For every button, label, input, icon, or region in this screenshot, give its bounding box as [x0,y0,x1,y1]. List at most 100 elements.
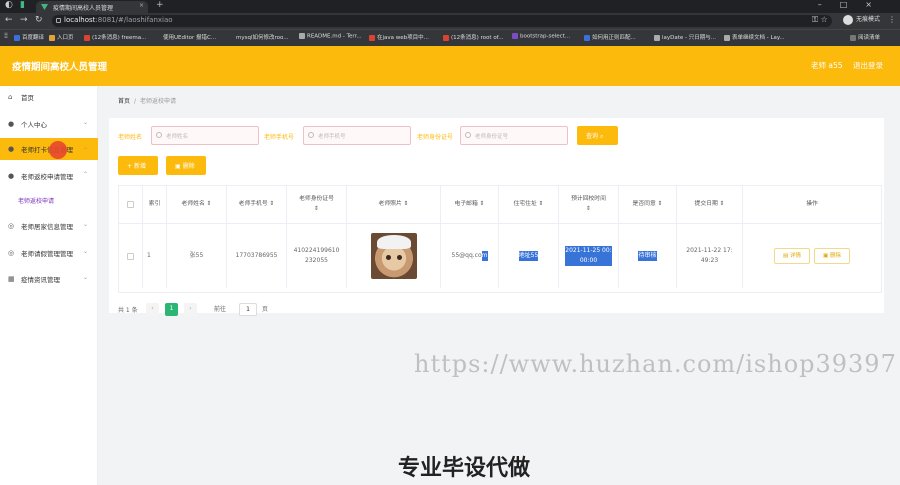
globe-icon: ◎ [8,249,15,257]
header-index: 索引 [143,186,167,223]
trash-icon: ▣ [175,163,181,170]
breadcrumb-home[interactable]: 首页 [118,98,130,105]
sort-icon: ⇕ [269,200,275,207]
bookmark-icon [443,34,449,41]
name-input[interactable]: 老师姓名 [151,126,259,145]
add-button[interactable]: + 新增 [118,156,158,175]
slogan-caption: 专业毕设代做 [398,456,531,481]
delete-button[interactable]: ▣ 删除 [814,248,850,264]
bookmark-10[interactable]: layDate - 只日期与... [654,33,716,41]
navigation-bar: ← → ↻ localhost:8081/#/laoshifanxiao ⚿ ☆… [0,13,900,29]
more-menu-icon[interactable]: ⋮ [888,15,896,24]
header-return-time[interactable]: 预计回校时间 ⇕ [559,186,619,223]
detail-button[interactable]: ▤ 详情 [774,248,810,264]
prev-page-button[interactable]: ‹ [146,303,159,316]
globe-icon: ◎ [8,222,15,230]
phone-input[interactable]: 老师手机号 [303,126,411,145]
back-icon[interactable]: ← [5,15,13,25]
sidebar-item-home[interactable]: ⌂ 首页 [0,86,98,108]
sidebar-item-news[interactable]: ▦ 疫情资讯管理 ⌄ [0,268,98,290]
id-input[interactable]: 老师身份证号 [460,126,568,145]
chart-icon: ▦ [8,275,15,283]
bookmark-7[interactable]: (12条消息) root of... [443,33,503,41]
header-name[interactable]: 老师姓名 ⇕ [167,186,227,223]
trash-icon: ▣ [823,253,829,259]
bookmark-3[interactable]: 使用UEditor 报错C... [163,33,216,41]
sidebar-subitem-return-apply[interactable]: 老师返校申请 [18,196,54,205]
chevron-down-icon: ⌄ [82,144,88,151]
next-page-button[interactable]: › [184,303,197,316]
bookmark-icon [14,34,20,41]
sidebar-item-personal[interactable]: ● 个人中心 ⌄ [0,113,98,135]
current-user: 老师 a55 [811,61,843,70]
logout-link[interactable]: 退出登录 [853,60,883,71]
sidebar-item-return-mgmt[interactable]: ● 老师返校申请管理 ⌃ [0,165,98,187]
bookmark-5[interactable]: README.md - Terr... [299,33,362,40]
browser-tab[interactable]: 疫情期间高校人员管理 × [36,1,148,13]
bookmark-1[interactable]: 入口页 [49,33,74,41]
chevron-up-icon: ⌃ [82,171,88,178]
plus-icon: + [127,163,133,170]
forward-icon[interactable]: → [20,15,28,25]
bookmark-icon [654,34,660,41]
apps-icon[interactable]: ⣿ [4,33,8,39]
bookmark-9[interactable]: 如何用正则匹配... [584,33,636,41]
home-icon: ⌂ [8,93,13,101]
user-icon: ● [8,145,15,153]
teacher-photo[interactable] [370,233,417,279]
select-all-checkbox[interactable] [127,201,134,208]
batch-delete-button[interactable]: ▣ 删除 [166,156,206,175]
detail-icon: ▤ [783,253,789,259]
table-row: 1 张55 17703786955 410224199610 232055 55@… [119,224,881,288]
sort-icon: ⇕ [479,200,485,207]
status-badge: 待审核 [638,251,657,261]
cell-address: 地址55 [499,224,559,288]
bookmark-4[interactable]: mysql如何修改roo... [236,33,289,41]
bookmark-0[interactable]: 百度翻译 [14,33,44,41]
bookmarks-bar: ⣿ 百度翻译 入口页 (12条消息) freema... 使用UEditor 报… [0,29,900,46]
incognito-profile[interactable]: 无痕模式 [843,14,880,25]
header-id[interactable]: 老师身份证号 ⇕ [287,186,347,223]
app-header: 疫情期间高校人员管理 老师 a55 退出登录 [0,46,900,86]
cell-approve: 待审核 [619,224,677,288]
bookmark-2[interactable]: (12条消息) freema... [84,33,146,41]
user-icon: ● [8,120,15,128]
sort-icon: ⇕ [538,200,544,207]
header-address[interactable]: 住宅住址 ⇕ [499,186,559,223]
new-tab-icon[interactable]: + [156,0,164,10]
chrome-menu-icon[interactable]: ◐ [5,0,13,10]
mouse-cursor-highlight [49,141,67,159]
bookmark-icon [369,34,375,41]
reading-list[interactable]: 阅读清单 [850,33,880,41]
bookmark-6[interactable]: 在java web项目中... [369,33,429,41]
header-approve[interactable]: 是否同意 ⇕ [619,186,677,223]
bookmark-icon [84,34,90,41]
pinned-tab-icon[interactable]: ▮ [20,0,25,10]
cell-email: 55@qq.co m [441,224,499,288]
address-bar[interactable]: localhost:8081/#/laoshifanxiao [52,15,832,27]
close-tab-icon[interactable]: × [139,2,144,9]
sort-icon: ⇕ [403,200,409,207]
key-star-icons[interactable]: ⚿ ☆ [812,15,828,25]
window-controls[interactable]: –□× [818,0,890,9]
sidebar-item-home-info[interactable]: ◎ 老师居家信息管理 ⌄ [0,215,98,237]
cell-id: 410224199610 232055 [287,224,347,288]
header-email[interactable]: 电子邮箱 ⇕ [441,186,499,223]
header-submit-date[interactable]: 提交日期 ⇕ [677,186,743,223]
page-button-1[interactable]: 1 [165,303,178,316]
bookmark-8[interactable]: bootstrap-select... [512,33,570,40]
cell-name: 张55 [167,224,227,288]
query-button[interactable]: 查询 ⌕ [577,126,618,145]
reload-icon[interactable]: ↻ [35,15,43,25]
bookmark-11[interactable]: 表单继续文档 - Lay... [724,33,785,41]
row-checkbox[interactable] [127,252,134,260]
sidebar-item-leave[interactable]: ◎ 老师请假管理管理 ⌄ [0,242,98,264]
header-phone[interactable]: 老师手机号 ⇕ [227,186,287,223]
header-photo[interactable]: 老师照片 ⇕ [347,186,441,223]
search-icon: ⌕ [599,133,604,140]
search-icon [308,132,314,138]
cell-phone: 17703786955 [227,224,287,288]
breadcrumb-current: 老师返校申请 [140,98,177,105]
goto-page-input[interactable]: 1 [239,303,257,316]
chevron-down-icon: ⌄ [82,248,88,255]
